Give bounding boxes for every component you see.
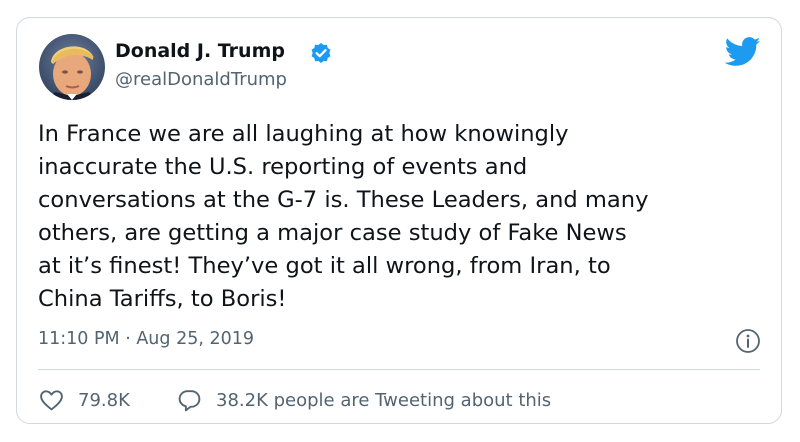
like-button[interactable]: 79.8K (39, 385, 130, 415)
twitter-bird-icon[interactable] (725, 37, 761, 67)
conversation-link[interactable]: 38.2K people are Tweeting about this (177, 385, 551, 415)
tweet-text-line: conversations at the G-7 is. These Leade… (38, 187, 649, 213)
conversation-text: 38.2K people are Tweeting about this (216, 389, 552, 411)
tweet-text-line: In France we are all laughing at how kno… (38, 121, 569, 147)
tweet-card: Donald J. Trump @realDonaldTrump In Fran… (16, 17, 782, 424)
avatar[interactable] (39, 34, 105, 100)
tweet-text-line: others, are getting a major case study o… (38, 220, 627, 246)
author-handle[interactable]: @realDonaldTrump (115, 69, 287, 90)
like-count: 79.8K (78, 389, 130, 411)
verified-badge-icon (311, 43, 331, 63)
info-icon[interactable] (735, 328, 761, 354)
heart-icon (40, 389, 63, 410)
tweet-text-line: at it’s finest! They’ve got it all wrong… (38, 253, 611, 279)
speech-bubble-icon (178, 389, 201, 411)
divider (38, 369, 760, 370)
tweet-text-line: inaccurate the U.S. reporting of events … (38, 154, 528, 180)
tweet-timestamp[interactable]: 11:10 PM · Aug 25, 2019 (38, 329, 254, 349)
author-name[interactable]: Donald J. Trump (115, 40, 285, 62)
tweet-text: In France we are all laughing at how kno… (38, 118, 768, 316)
tweet-text-line: China Tariffs, to Boris! (38, 286, 287, 312)
